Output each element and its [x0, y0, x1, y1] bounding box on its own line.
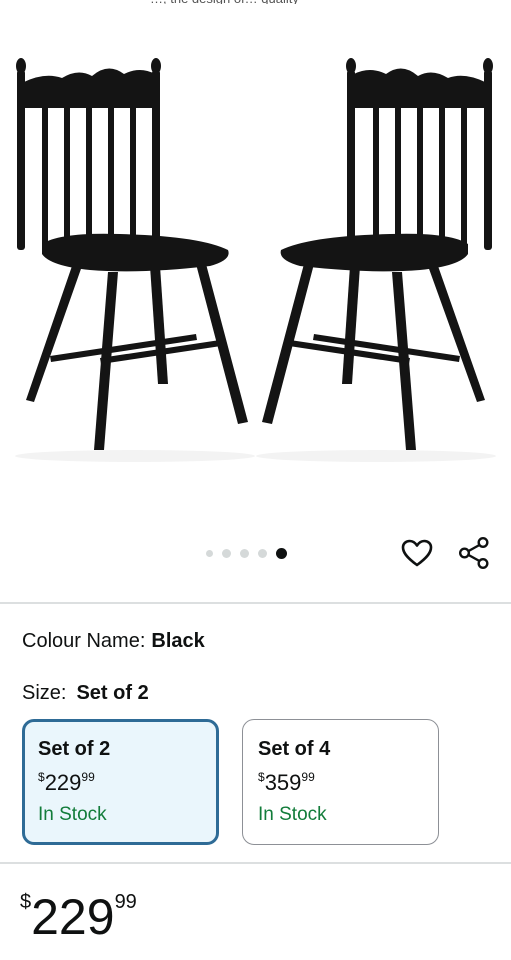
section-divider — [0, 602, 511, 604]
pagination-dot[interactable] — [222, 548, 231, 558]
pagination-dot[interactable] — [206, 549, 213, 557]
currency-symbol: $ — [38, 770, 45, 784]
price-fraction: 99 — [114, 891, 137, 913]
section-divider — [0, 862, 511, 864]
size-option-set-of-2[interactable]: Set of 2 $22999 In Stock — [22, 719, 219, 845]
price-fraction: 99 — [81, 770, 95, 784]
size-row: Size: Set of 2 — [22, 682, 149, 705]
currency-symbol: $ — [258, 770, 265, 784]
price-whole: 229 — [44, 770, 82, 795]
size-label: Size: — [22, 682, 67, 704]
size-value: Set of 2 — [76, 682, 149, 704]
share-icon[interactable] — [457, 536, 491, 570]
option-price: $22999 — [38, 770, 216, 800]
option-name: Set of 2 — [38, 738, 111, 760]
product-image-gallery[interactable] — [0, 4, 511, 529]
image-pagination-dots — [206, 547, 287, 559]
main-price: $22999 — [20, 888, 137, 946]
stock-status: In Stock — [38, 804, 107, 825]
colour-value: Black — [151, 630, 205, 652]
pagination-dot-active[interactable] — [276, 547, 287, 559]
size-option-set-of-4[interactable]: Set of 4 $35999 In Stock — [242, 719, 439, 845]
currency-symbol: $ — [20, 891, 32, 913]
stock-status: In Stock — [258, 804, 327, 825]
pagination-dot[interactable] — [258, 548, 267, 558]
colour-label: Colour Name: — [22, 630, 146, 652]
pagination-dot[interactable] — [240, 548, 249, 558]
option-price: $35999 — [258, 770, 438, 800]
price-whole: 359 — [264, 770, 302, 795]
option-name: Set of 4 — [258, 738, 331, 760]
product-image-chairs — [15, 58, 496, 462]
colour-name-row: Colour Name: Black — [22, 630, 205, 653]
price-whole: 229 — [31, 889, 115, 945]
price-fraction: 99 — [301, 770, 315, 784]
heart-icon[interactable] — [400, 536, 434, 570]
